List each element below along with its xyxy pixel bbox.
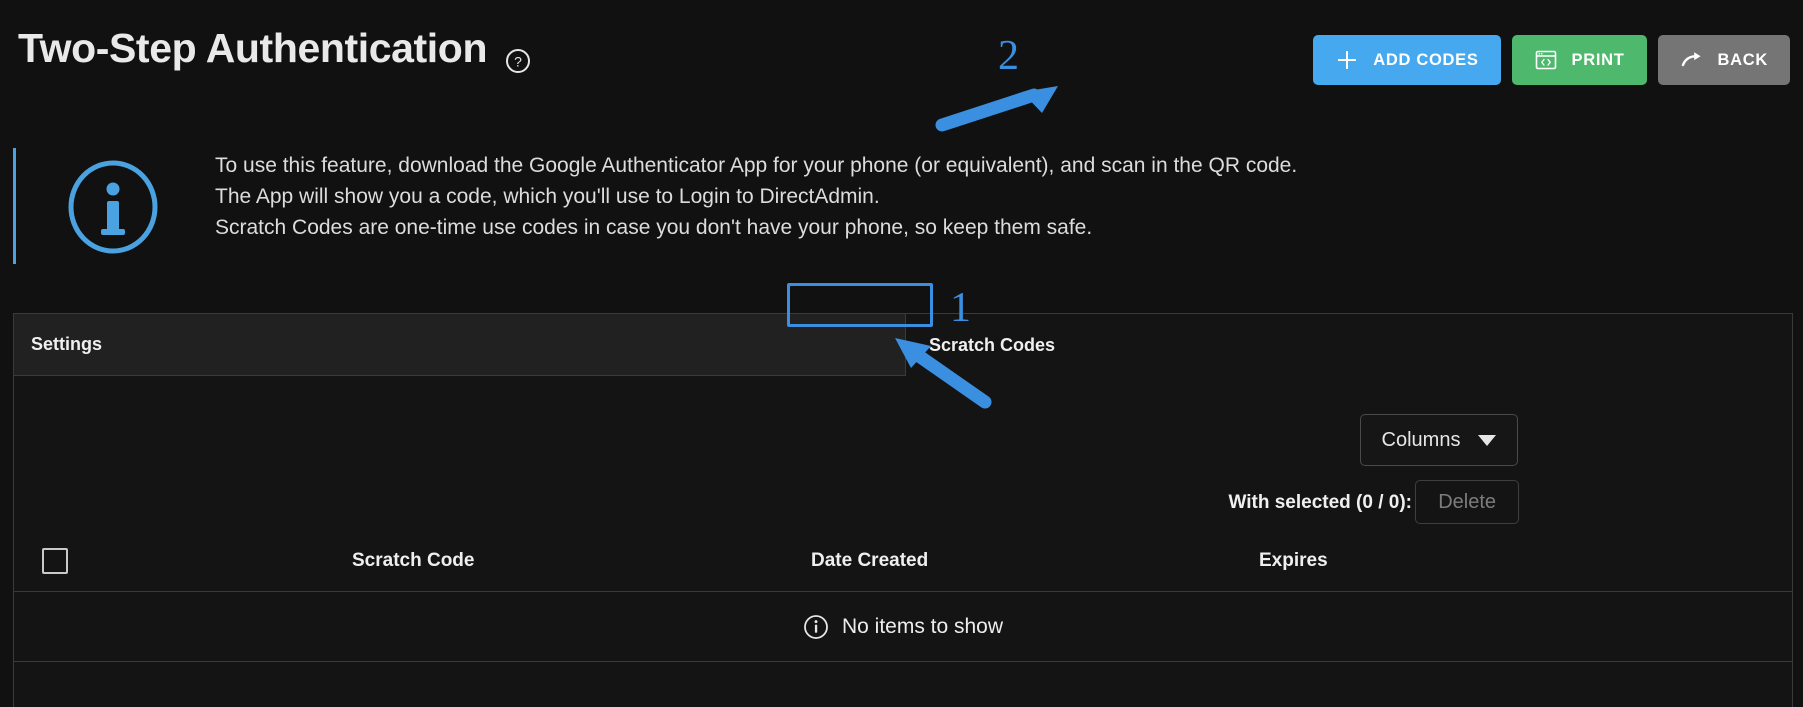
page-header: Two-Step Authentication ? ADD CODES PRIN… [0,0,1803,110]
columns-dropdown[interactable]: Columns [1360,414,1518,466]
back-label: BACK [1717,50,1768,69]
column-header-expires[interactable]: Expires [1259,530,1328,592]
plus-icon [1335,48,1359,72]
info-line-1: To use this feature, download the Google… [215,154,1298,177]
page-title: Two-Step Authentication [18,25,488,71]
tab-settings-label: Settings [31,334,103,354]
with-selected-label: With selected (0 / 0): [1228,492,1412,513]
delete-label: Delete [1438,490,1496,513]
table-header-row: Scratch Code Date Created Expires [14,530,1792,592]
info-line-2: The App will show you a code, which you'… [215,185,880,208]
print-button[interactable]: PRINT [1511,35,1647,85]
two-step-authentication-page: Two-Step Authentication ? ADD CODES PRIN… [0,0,1803,707]
print-label: PRINT [1571,50,1625,69]
info-circle-icon [803,614,829,640]
annotation-arrow-2 [930,82,1070,137]
arrow-forward-icon [1680,48,1704,72]
annotation-number-1: 1 [950,285,971,331]
table-empty-state: No items to show [14,592,1792,662]
scratch-codes-table: Scratch Code Date Created Expires No ite… [14,530,1792,662]
chevron-down-icon [1478,434,1497,446]
select-all-cell [42,530,68,592]
select-all-checkbox[interactable] [42,548,68,574]
delete-button[interactable]: Delete [1415,480,1519,524]
empty-state-label: No items to show [841,614,1004,638]
annotation-arrow-1 [885,330,1000,415]
annotation-number-2: 2 [998,33,1019,79]
info-line-3: Scratch Codes are one-time use codes in … [215,216,1093,239]
info-circle-icon [65,159,161,255]
column-header-scratch-code[interactable]: Scratch Code [352,530,474,592]
code-window-icon [1534,48,1558,72]
tab-settings[interactable]: Settings [14,314,906,376]
add-codes-label: ADD CODES [1373,50,1479,69]
info-banner: To use this feature, download the Google… [13,148,1793,264]
back-button[interactable]: BACK [1657,35,1790,85]
columns-label: Columns [1381,428,1461,451]
info-accent-bar [13,148,16,264]
add-codes-button[interactable]: ADD CODES [1313,35,1501,85]
column-header-date-created[interactable]: Date Created [811,530,928,592]
question-circle-icon[interactable]: ? [505,48,531,74]
svg-text:?: ? [514,54,522,70]
header-actions: ADD CODES PRINT BACK [1313,35,1790,85]
